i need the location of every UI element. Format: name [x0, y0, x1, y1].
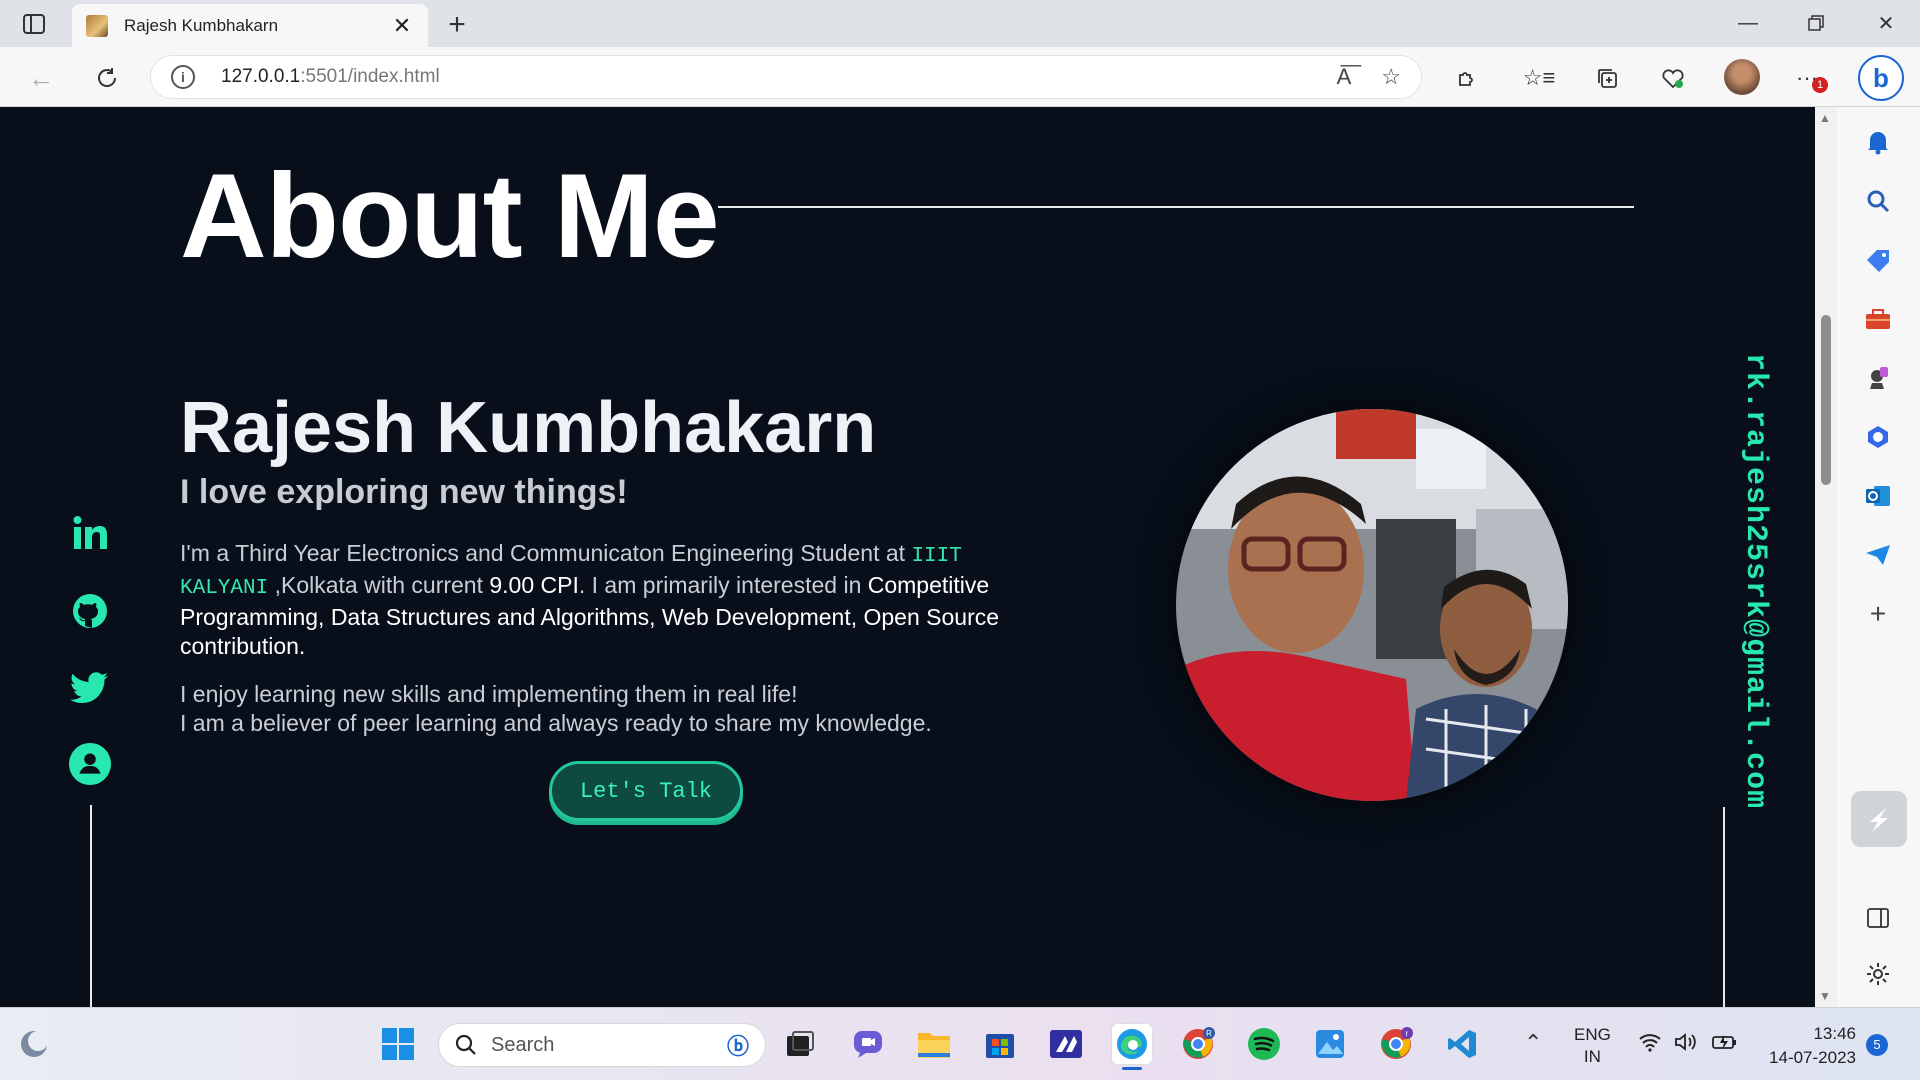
scroll-down-icon[interactable]: ▼	[1819, 989, 1831, 1003]
read-aloud-icon[interactable]: A͞	[1337, 64, 1352, 90]
email-divider	[1723, 807, 1725, 1007]
favicon-icon	[86, 14, 108, 37]
profile-avatar[interactable]	[1724, 59, 1760, 95]
teams-chat-icon[interactable]	[848, 1024, 888, 1064]
restore-button[interactable]	[1796, 6, 1836, 40]
microsoft-365-icon[interactable]	[1861, 420, 1895, 454]
edge-sidebar: +	[1837, 107, 1920, 1007]
games-icon[interactable]	[1861, 361, 1895, 395]
battery-icon[interactable]	[1712, 1032, 1738, 1057]
time: 13:46	[1813, 1024, 1856, 1043]
tagline: I love exploring new things!	[180, 473, 628, 511]
close-window-button[interactable]: ✕	[1866, 6, 1906, 40]
browser-tab[interactable]: Rajesh Kumbhakarn ✕	[72, 4, 428, 47]
drop-icon[interactable]	[1851, 791, 1907, 847]
shopping-tag-icon[interactable]	[1861, 243, 1895, 277]
language-indicator[interactable]: ENG IN	[1574, 1024, 1611, 1068]
designer-app-icon[interactable]	[1046, 1024, 1086, 1064]
notification-badge[interactable]: 5	[1866, 1034, 1888, 1056]
vscode-icon[interactable]	[1442, 1024, 1482, 1064]
page-scrollbar[interactable]: ▲ ▼	[1815, 107, 1837, 1007]
weather-icon[interactable]	[14, 1024, 54, 1064]
chrome-profile-r-icon[interactable]: R	[1178, 1024, 1218, 1064]
profile-photo	[1176, 409, 1568, 801]
wifi-icon[interactable]	[1638, 1032, 1662, 1057]
tools-icon[interactable]	[1861, 302, 1895, 336]
browser-essentials-icon[interactable]	[1656, 61, 1690, 95]
microsoft-store-icon[interactable]	[980, 1024, 1020, 1064]
settings-more-icon[interactable]: ··· 1	[1790, 61, 1828, 95]
spotify-icon[interactable]	[1244, 1024, 1284, 1064]
social-divider	[90, 805, 92, 1007]
email-link[interactable]: rk.rajesh25srk@gmail.com	[1738, 353, 1772, 809]
bell-icon[interactable]	[1861, 125, 1895, 159]
scroll-thumb[interactable]	[1821, 315, 1831, 485]
file-explorer-icon[interactable]	[914, 1024, 954, 1064]
extensions-icon[interactable]	[1450, 61, 1484, 95]
person-name: Rajesh Kumbhakarn	[180, 388, 877, 468]
hide-sidebar-icon[interactable]	[1861, 901, 1895, 935]
learning-paragraph: I enjoy learning new skills and implemen…	[180, 681, 932, 736]
svg-text:r: r	[1406, 1029, 1409, 1038]
section-title: About Me	[180, 149, 720, 283]
search-placeholder: Search	[491, 1033, 555, 1056]
search-icon[interactable]	[1861, 184, 1895, 218]
outlook-icon[interactable]	[1861, 479, 1895, 513]
volume-icon[interactable]	[1674, 1032, 1698, 1057]
minimize-button[interactable]: —	[1728, 6, 1768, 40]
new-tab-button[interactable]: +	[440, 8, 474, 42]
linkedin-icon[interactable]	[68, 511, 112, 555]
send-icon[interactable]	[1861, 538, 1895, 572]
taskbar: Search ⓑ R r ⌃ ENG IN 13:46 14-07-2023 5	[0, 1007, 1920, 1080]
intro-paragraph: I'm a Third Year Electronics and Communi…	[180, 540, 1000, 659]
date: 14-07-2023	[1769, 1048, 1856, 1067]
close-tab-icon[interactable]: ✕	[390, 13, 414, 39]
active-indicator	[1122, 1067, 1142, 1070]
add-sidebar-icon[interactable]: +	[1861, 597, 1895, 631]
url-text[interactable]: 127.0.0.1:5501/index.html	[221, 66, 1307, 88]
search-icon	[455, 1034, 476, 1055]
tab-actions-icon[interactable]	[20, 12, 48, 36]
github-icon[interactable]	[68, 589, 112, 633]
sidebar-settings-icon[interactable]	[1861, 957, 1895, 991]
favorites-icon[interactable]: ☆≡	[1522, 61, 1556, 95]
address-toolbar: ← i 127.0.0.1:5501/index.html A͞ ☆ ☆≡ ··…	[0, 47, 1920, 107]
twitter-icon[interactable]	[68, 667, 112, 711]
clock[interactable]: 13:46 14-07-2023	[1756, 1022, 1856, 1070]
task-view-icon[interactable]	[780, 1024, 820, 1064]
menu-badge: 1	[1812, 77, 1828, 93]
taskbar-search[interactable]: Search ⓑ	[438, 1023, 766, 1067]
site-info-icon[interactable]: i	[171, 65, 195, 89]
svg-text:R: R	[1206, 1029, 1212, 1038]
web-page: About Me Rajesh Kumbhakarn I love explor…	[0, 107, 1815, 1007]
bing-icon[interactable]: ⓑ	[727, 1029, 749, 1061]
title-divider	[718, 206, 1634, 208]
tab-bar: Rajesh Kumbhakarn ✕ + — ✕	[0, 0, 1920, 47]
lets-talk-button[interactable]: Let's Talk	[549, 761, 743, 821]
windows-start-icon[interactable]	[378, 1024, 418, 1064]
collections-icon[interactable]	[1590, 61, 1624, 95]
tab-title: Rajesh Kumbhakarn	[124, 15, 279, 35]
edge-browser-icon[interactable]	[1112, 1024, 1152, 1070]
refresh-button[interactable]	[90, 61, 124, 95]
cpi-value: 9.00 CPI	[489, 572, 579, 598]
scroll-up-icon[interactable]: ▲	[1819, 111, 1831, 125]
bing-chat-icon[interactable]: b	[1858, 55, 1904, 101]
show-hidden-icons[interactable]: ⌃	[1524, 1030, 1542, 1056]
address-bar[interactable]: i 127.0.0.1:5501/index.html A͞ ☆	[150, 55, 1422, 99]
chrome-profile-icon[interactable]: r	[1376, 1024, 1416, 1064]
back-button[interactable]: ←	[24, 61, 58, 95]
add-favorite-icon[interactable]: ☆	[1381, 64, 1401, 90]
photos-icon[interactable]	[1310, 1024, 1350, 1064]
profile-icon[interactable]	[68, 742, 112, 786]
